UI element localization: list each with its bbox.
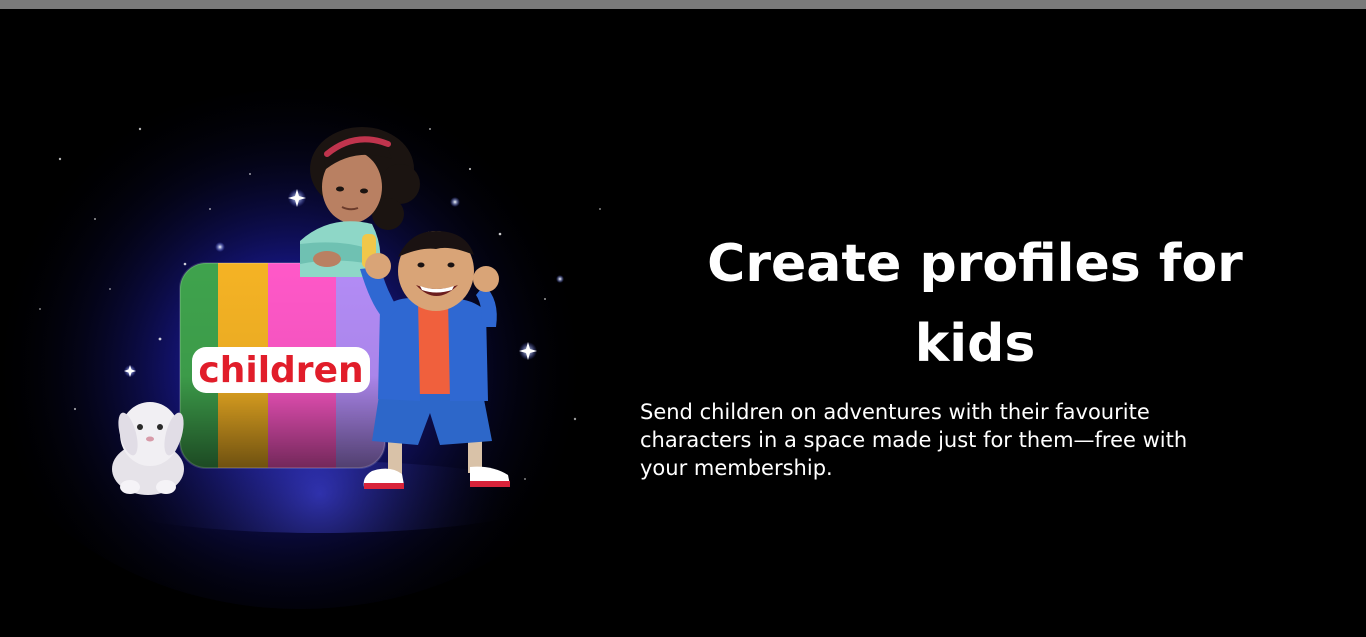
top-divider [0,0,1366,9]
children-logo-text: children [198,350,363,391]
feature-title: Create profiles for kids [707,234,1243,374]
feature-text-block: Create profiles for kids Send children o… [640,224,1330,482]
children-tile: children [179,262,386,469]
feature-description: Send children on adventures with their f… [640,400,1188,480]
kids-profile-illustration: children [0,9,640,637]
bunny-character [112,402,184,495]
page: children Create profiles for kids Send c… [0,0,1366,637]
